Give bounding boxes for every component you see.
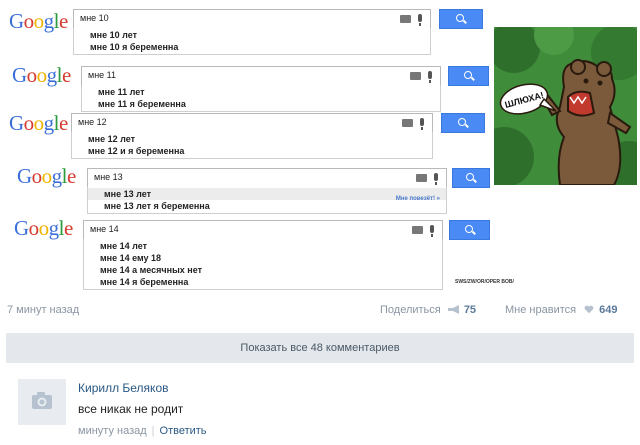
google-logo: Google: [17, 164, 76, 188]
search-button[interactable]: [452, 168, 490, 188]
search-query: мне 11: [88, 70, 117, 80]
meme-image: Google мне 10 мне 10 лет мне 10 я беременна…: [0, 0, 640, 296]
microphone-icon[interactable]: [428, 71, 432, 83]
search-button[interactable]: [449, 220, 490, 240]
search-input[interactable]: мне 10: [73, 9, 431, 29]
comment-time[interactable]: минуту назад: [78, 425, 147, 437]
keyboard-icon[interactable]: [410, 72, 421, 80]
comment-meta: минуту назад | Ответить: [78, 425, 207, 437]
search-query: мне 12: [78, 117, 107, 127]
keyboard-icon[interactable]: [416, 174, 427, 182]
suggestion-item[interactable]: мне 12 и я беременна: [72, 145, 432, 157]
google-logo: Google: [14, 216, 73, 240]
suggestions-dropdown: мне 10 лет мне 10 я беременна: [73, 28, 431, 55]
suggestion-item[interactable]: мне 14 я беременна: [84, 276, 442, 288]
search-input[interactable]: мне 14: [83, 220, 443, 240]
share-label: Поделиться: [380, 304, 441, 316]
suggestion-item[interactable]: мне 14 ему 18: [84, 252, 442, 264]
lucky-link[interactable]: Мне повезёт! »: [396, 193, 440, 205]
suggestion-item[interactable]: мне 11 лет: [82, 86, 440, 98]
microphone-icon[interactable]: [434, 173, 438, 185]
google-logo: Google: [9, 111, 68, 135]
search-button[interactable]: [441, 113, 485, 133]
search-icon: [456, 14, 464, 22]
google-logo: Google: [9, 9, 68, 33]
keyboard-icon[interactable]: [412, 226, 423, 234]
suggestions-dropdown: мне 14 лет мне 14 ему 18 мне 14 а месячных…: [83, 239, 443, 290]
search-button[interactable]: [448, 66, 489, 86]
share-button[interactable]: Поделиться 75: [380, 304, 476, 316]
search-icon: [458, 118, 466, 126]
keyboard-icon[interactable]: [400, 15, 411, 23]
post-footer: 7 минут назад Поделиться 75 Мне нравится…: [0, 296, 640, 445]
suggestion-item[interactable]: мне 10 лет: [74, 29, 430, 41]
comment-text: все никак не родит: [78, 402, 184, 416]
like-count: 649: [599, 304, 618, 316]
search-query: мне 10: [80, 13, 109, 23]
search-query: мне 13: [94, 172, 123, 182]
like-label: Мне нравится: [505, 304, 577, 316]
google-logo: Google: [12, 63, 71, 87]
search-input[interactable]: мне 13: [87, 168, 447, 188]
search-input[interactable]: мне 12: [71, 113, 433, 133]
meme-credit: SWS/ZW/OR/OPER BOB/: [455, 279, 514, 285]
reply-link[interactable]: Ответить: [160, 425, 207, 437]
camera-icon: [32, 392, 52, 409]
show-all-comments-button[interactable]: Показать все 48 комментариев: [6, 333, 634, 363]
suggestion-item[interactable]: мне 10 я беременна: [74, 41, 430, 53]
search-query: мне 14: [90, 224, 119, 234]
angry-bear-image: ШЛЮХА!: [494, 27, 637, 185]
suggestion-item[interactable]: мне 13 лет я беременна: [88, 200, 446, 212]
microphone-icon[interactable]: [430, 225, 434, 237]
like-button[interactable]: Мне нравится 649: [505, 304, 618, 316]
megaphone-icon: [447, 305, 459, 314]
search-icon: [463, 71, 472, 79]
avatar[interactable]: [18, 379, 66, 425]
search-button[interactable]: [439, 9, 483, 29]
microphone-icon[interactable]: [420, 118, 424, 130]
suggestion-item[interactable]: мне 13 лет Мне повезёт! »: [88, 188, 446, 202]
suggestion-item[interactable]: мне 14 а месячных нет: [84, 264, 442, 276]
search-icon: [466, 173, 474, 181]
keyboard-icon[interactable]: [402, 119, 413, 127]
search-icon: [464, 225, 473, 233]
comment-author[interactable]: Кирилл Беляков: [78, 381, 169, 395]
heart-icon: [584, 305, 594, 314]
suggestion-item[interactable]: мне 14 лет: [84, 240, 442, 252]
suggestions-dropdown: мне 11 лет мне 11 я беременна: [81, 85, 441, 112]
suggestions-dropdown: мне 12 лет мне 12 и я беременна: [71, 132, 433, 159]
microphone-icon[interactable]: [418, 14, 422, 26]
suggestions-dropdown: мне 13 лет Мне повезёт! » мне 13 лет я бер…: [87, 187, 447, 214]
suggestion-item[interactable]: мне 12 лет: [72, 133, 432, 145]
separator: |: [151, 425, 155, 437]
post-time[interactable]: 7 минут назад: [7, 304, 79, 316]
suggestion-item[interactable]: мне 11 я беременна: [82, 98, 440, 110]
search-input[interactable]: мне 11: [81, 66, 441, 86]
share-count: 75: [463, 304, 477, 316]
